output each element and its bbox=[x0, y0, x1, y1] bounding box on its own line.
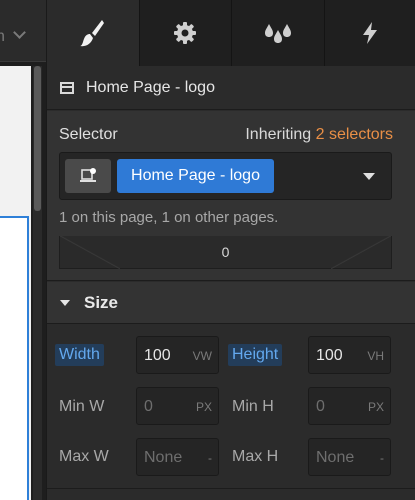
panel-tabs bbox=[47, 0, 415, 66]
height-value: 100 bbox=[316, 347, 343, 364]
scrollbar-thumb[interactable] bbox=[34, 66, 41, 211]
max-height-input[interactable]: None - bbox=[308, 438, 391, 476]
min-height-label: Min H bbox=[232, 398, 274, 415]
max-width-input[interactable]: None - bbox=[136, 438, 219, 476]
min-height-value: 0 bbox=[316, 398, 325, 415]
canvas-toolbar: n bbox=[0, 0, 46, 62]
tab-lightning[interactable] bbox=[325, 0, 415, 66]
selected-element-row[interactable]: Home Page - logo bbox=[47, 66, 415, 110]
height-label[interactable]: Height bbox=[228, 344, 283, 366]
width-input[interactable]: 100 VW bbox=[136, 336, 219, 374]
selector-section: Selector Inheriting 2 selectors Home Pag… bbox=[47, 111, 415, 281]
size-section: Width 100 VW Height 100 VH Min W 0 PX Mi… bbox=[47, 325, 415, 500]
canvas-area: n bbox=[0, 0, 46, 500]
tab-settings[interactable] bbox=[140, 0, 232, 66]
inheriting-selectors-link[interactable]: 2 selectors bbox=[316, 126, 393, 143]
section-divider bbox=[47, 488, 415, 489]
chevron-down-icon[interactable] bbox=[13, 26, 26, 39]
inheriting-prefix: Inheriting bbox=[245, 126, 312, 143]
min-height-unit[interactable]: PX bbox=[368, 400, 384, 414]
element-state-icon bbox=[80, 168, 96, 182]
spacing-box[interactable]: 0 bbox=[59, 236, 392, 269]
width-unit[interactable]: VW bbox=[193, 349, 212, 363]
lightning-icon bbox=[363, 22, 378, 44]
element-name: Home Page - logo bbox=[86, 78, 215, 96]
selector-dropdown-icon[interactable] bbox=[363, 173, 375, 180]
spacing-value[interactable]: 0 bbox=[60, 244, 391, 260]
max-height-label: Max H bbox=[232, 448, 279, 465]
size-title: Size bbox=[84, 292, 119, 312]
size-section-header[interactable]: Size bbox=[47, 282, 415, 324]
max-width-unit[interactable]: - bbox=[208, 451, 212, 465]
max-width-label: Max W bbox=[59, 448, 109, 465]
style-panel: Home Page - logo Selector Inheriting 2 s… bbox=[46, 0, 415, 500]
tab-interactions[interactable] bbox=[232, 0, 325, 66]
height-input[interactable]: 100 VH bbox=[308, 336, 391, 374]
max-width-value: None bbox=[144, 449, 183, 466]
selector-chip[interactable]: Home Page - logo bbox=[117, 159, 274, 193]
min-height-input[interactable]: 0 PX bbox=[308, 387, 391, 425]
selected-element-outline[interactable] bbox=[0, 216, 29, 500]
caret-down-icon bbox=[60, 299, 70, 306]
tab-style[interactable] bbox=[47, 0, 140, 66]
breadcrumb-fragment: n bbox=[0, 28, 5, 45]
inheriting-text: Inheriting 2 selectors bbox=[245, 126, 393, 144]
min-width-label: Min W bbox=[59, 398, 105, 415]
canvas-scrollbar[interactable] bbox=[33, 66, 42, 500]
element-icon bbox=[60, 81, 74, 94]
min-width-value: 0 bbox=[144, 398, 153, 415]
gear-icon bbox=[174, 22, 197, 44]
selector-usage-note: 1 on this page, 1 on other pages. bbox=[59, 209, 279, 226]
width-value: 100 bbox=[144, 347, 171, 364]
selector-label: Selector bbox=[59, 126, 118, 143]
height-unit[interactable]: VH bbox=[367, 349, 384, 363]
drops-icon bbox=[264, 24, 291, 43]
brush-icon bbox=[79, 20, 104, 47]
selector-state-button[interactable] bbox=[65, 159, 111, 193]
max-height-value: None bbox=[316, 449, 355, 466]
selector-field[interactable]: Home Page - logo bbox=[59, 152, 392, 200]
width-label[interactable]: Width bbox=[55, 344, 104, 366]
min-width-unit[interactable]: PX bbox=[196, 400, 212, 414]
max-height-unit[interactable]: - bbox=[380, 451, 384, 465]
min-width-input[interactable]: 0 PX bbox=[136, 387, 219, 425]
